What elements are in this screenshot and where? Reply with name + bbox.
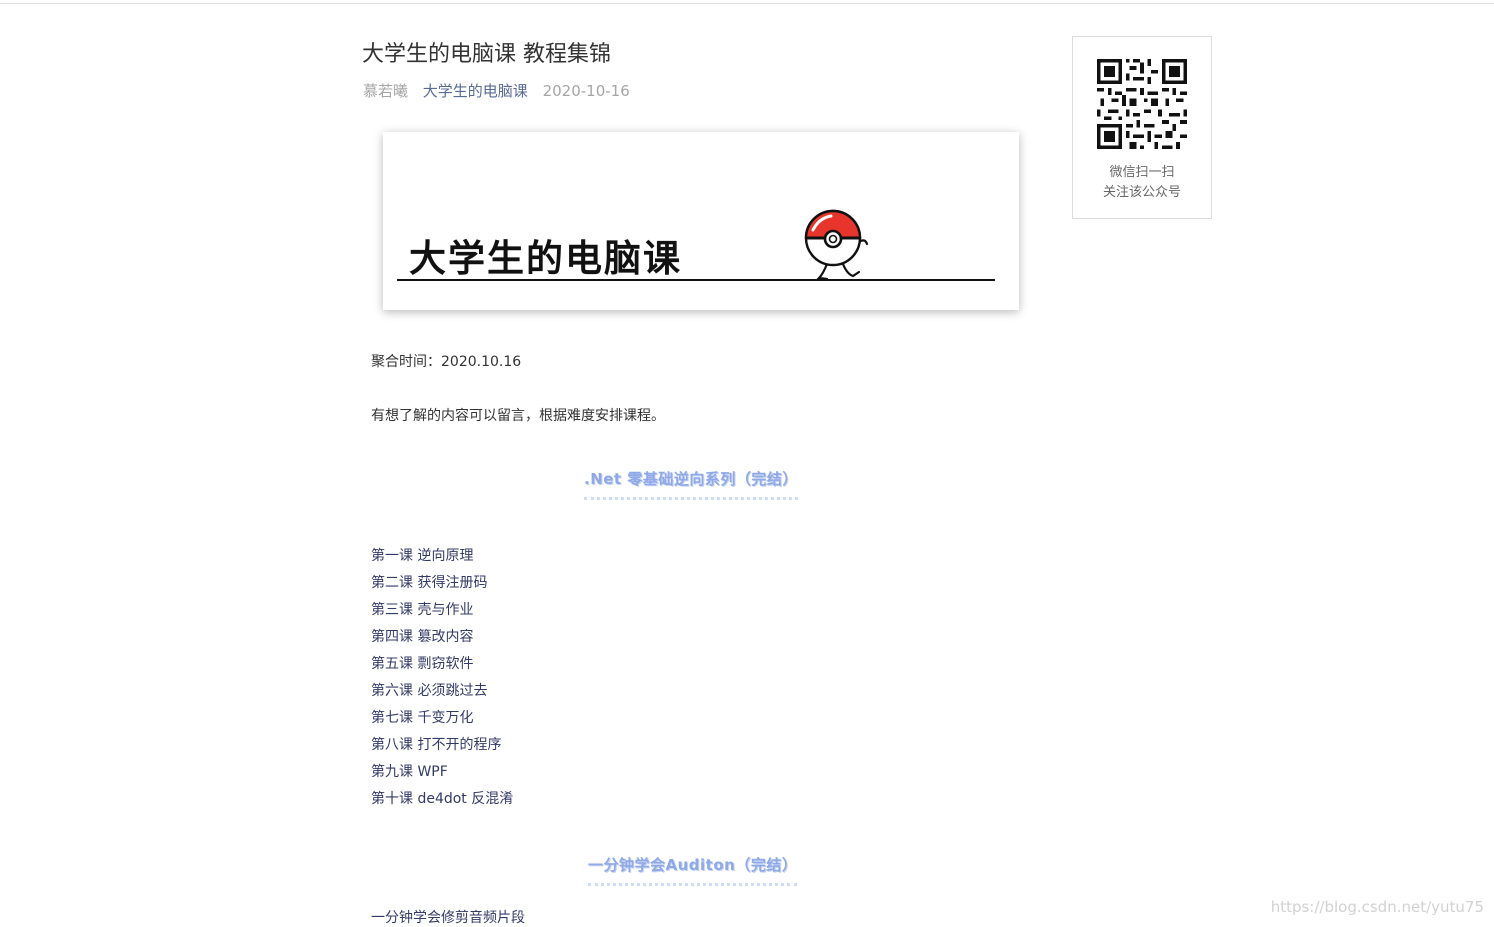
aggregate-time: 聚合时间：2020.10.16	[371, 354, 522, 370]
intro-text: 有想了解的内容可以留言，根据难度安排课程。	[371, 408, 665, 424]
qr-caption-line1: 微信扫一扫	[1109, 165, 1175, 180]
banner-underline	[397, 279, 995, 281]
qr-caption: 微信扫一扫 关注该公众号	[1073, 163, 1211, 203]
net-lesson-list: 第一课 逆向原理 第二课 获得注册码 第三课 壳与作业 第四课 篡改内容 第五课…	[371, 545, 513, 815]
qr-panel: 微信扫一扫 关注该公众号	[1072, 36, 1212, 219]
article-meta: 慕若曦 大学生的电脑课 2020-10-16	[363, 80, 630, 101]
lesson-link[interactable]: 第一课 逆向原理	[371, 545, 513, 572]
pokeball-mascot-icon	[804, 209, 869, 281]
csdn-watermark: https://blog.csdn.net/yutu75	[1270, 898, 1484, 916]
lesson-link[interactable]: 第六课 必须跳过去	[371, 680, 513, 707]
lesson-link[interactable]: 第三课 壳与作业	[371, 599, 513, 626]
lesson-link[interactable]: 第四课 篡改内容	[371, 626, 513, 653]
lesson-link[interactable]: 第十课 de4dot 反混淆	[371, 788, 513, 815]
qr-code-icon	[1097, 59, 1187, 149]
lesson-link[interactable]: 第二课 获得注册码	[371, 572, 513, 599]
article-title: 大学生的电脑课 教程集锦	[362, 42, 611, 67]
author-name: 慕若曦	[363, 82, 409, 100]
lesson-link[interactable]: 第八课 打不开的程序	[371, 734, 513, 761]
publish-date: 2020-10-16	[542, 82, 630, 100]
qr-caption-line2: 关注该公众号	[1102, 185, 1181, 200]
lesson-link[interactable]: 第五课 剽窃软件	[371, 653, 513, 680]
section-heading-net: .Net 零基础逆向系列（完结）	[584, 468, 798, 500]
account-link[interactable]: 大学生的电脑课	[423, 82, 528, 100]
lesson-link[interactable]: 第七课 千变万化	[371, 707, 513, 734]
top-divider	[0, 3, 1494, 4]
cover-banner: 大学生的电脑课	[383, 132, 1019, 310]
section-heading-audition: 一分钟学会Auditon（完结）	[588, 854, 798, 886]
banner-title: 大学生的电脑课	[409, 237, 682, 280]
lesson-link[interactable]: 一分钟学会修剪音频片段	[371, 907, 525, 927]
lesson-link[interactable]: 第九课 WPF	[371, 761, 513, 788]
